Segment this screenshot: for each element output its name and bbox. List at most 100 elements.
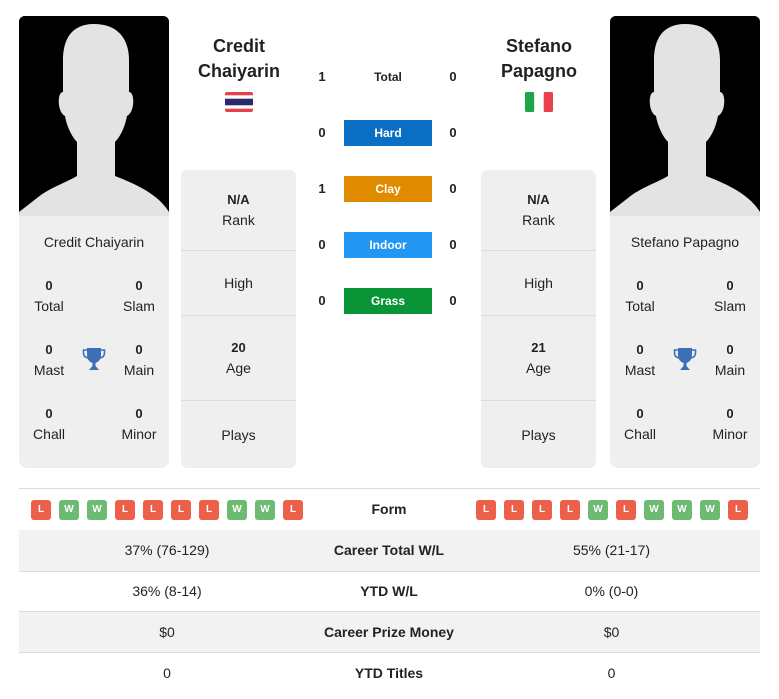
player2-age: 21 Age (481, 316, 596, 401)
stat-value: 0 (636, 406, 644, 421)
form-badge-loss[interactable]: L (504, 499, 524, 520)
form-badge-loss[interactable]: L (199, 499, 219, 520)
player-silhouette-icon (610, 16, 760, 216)
player1-minor-titles: 0 Minor (109, 404, 169, 444)
stat-label: Chall (624, 426, 656, 442)
form-badge-win[interactable]: W (700, 499, 720, 520)
form-badge-loss[interactable]: L (616, 499, 636, 520)
h2h-p2-value: 0 (449, 237, 457, 252)
player2-total-titles: 0 Total (610, 276, 670, 316)
high-label: High (224, 275, 253, 291)
form-badge-win[interactable]: W (87, 499, 107, 520)
stat-value: 0 (45, 406, 53, 421)
player2-value: 55% (21-17) (572, 542, 651, 558)
form-badge-win[interactable]: W (255, 499, 275, 520)
player2-value: 0% (0-0) (584, 583, 639, 599)
trophy-icon (673, 348, 697, 370)
form-badge-loss[interactable]: L (476, 499, 496, 520)
high-label: High (524, 275, 553, 291)
stat-label: Slam (123, 298, 155, 314)
rank-value: N/A (527, 192, 550, 207)
stat-value: 0 (135, 278, 143, 293)
player2-titles-card: Stefano Papagno 0 Total 0 Slam 0 Mast 0 … (610, 216, 760, 468)
player1-high: High (181, 251, 296, 316)
stat-label: Mast (33, 362, 65, 378)
player2-plays: Plays (481, 401, 596, 468)
stat-label: Main (123, 362, 155, 378)
form-badge-loss[interactable]: L (283, 499, 303, 520)
player1-header-name[interactable]: Credit Chaiyarin (174, 34, 304, 84)
player-silhouette-icon (19, 16, 169, 216)
rank-label: Rank (522, 212, 555, 228)
form-badge-loss[interactable]: L (171, 499, 191, 520)
player1-form: LWWLLLLWWL (31, 489, 303, 530)
player1-plays: Plays (181, 401, 296, 468)
stat-label: Total (625, 298, 655, 314)
stat-label: Minor (712, 426, 748, 442)
player1-slam-titles: 0 Slam (109, 276, 169, 316)
form-badge-loss[interactable]: L (143, 499, 163, 520)
player2-main-titles: 0 Main (700, 340, 760, 380)
player1-value: $0 (159, 624, 175, 640)
table-row-career-total-wl: 37% (76-129) Career Total W/L 55% (21-17… (19, 530, 760, 571)
form-badge-loss[interactable]: L (560, 499, 580, 520)
player2-form: LLLLWLWWWL (476, 489, 748, 530)
player2-photo (610, 16, 760, 216)
surface-badge-grass[interactable]: Grass (344, 288, 432, 314)
form-badge-loss[interactable]: L (31, 499, 51, 520)
stat-label: Total (34, 298, 64, 314)
player1-value: 0 (163, 665, 171, 681)
h2h-p2-value: 0 (449, 181, 457, 196)
h2h-p2-value: 0 (449, 69, 457, 84)
h2h-p1-value: 0 (318, 293, 326, 308)
stat-label: Main (714, 362, 746, 378)
player2-info-panel: N/A Rank High 21 Age Plays (481, 170, 596, 468)
thailand-flag-icon (225, 92, 253, 112)
form-badge-win[interactable]: W (672, 499, 692, 520)
player2-chall-titles: 0 Chall (610, 404, 670, 444)
age-label: Age (226, 360, 251, 376)
stat-value: 0 (45, 278, 53, 293)
form-badge-loss[interactable]: L (115, 499, 135, 520)
surface-badge-indoor[interactable]: Indoor (344, 232, 432, 258)
rank-value: N/A (227, 192, 250, 207)
h2h-hard: 0 Hard 0 (310, 120, 470, 146)
age-value: 21 (531, 340, 546, 355)
stat-label: Chall (33, 426, 65, 442)
row-label: YTD W/L (360, 583, 418, 599)
surface-badge-clay[interactable]: Clay (344, 176, 432, 202)
form-badge-win[interactable]: W (227, 499, 247, 520)
age-value: 20 (231, 340, 246, 355)
player2-value: 0 (607, 665, 616, 681)
player2-header-name[interactable]: Stefano Papagno (474, 34, 604, 84)
trophy-icon (82, 348, 106, 370)
h2h-total: 1 Total 0 (310, 64, 470, 90)
stat-label: Minor (121, 426, 157, 442)
surface-label-total: Total (374, 70, 402, 84)
h2h-p2-value: 0 (449, 125, 457, 140)
h2h-grass: 0 Grass 0 (310, 288, 470, 314)
age-label: Age (526, 360, 551, 376)
form-badge-loss[interactable]: L (728, 499, 748, 520)
player2-name[interactable]: Stefano Papagno (610, 234, 760, 250)
form-badge-win[interactable]: W (588, 499, 608, 520)
form-badge-loss[interactable]: L (532, 499, 552, 520)
player1-age: 20 Age (181, 316, 296, 401)
first-name: Stefano (505, 36, 572, 56)
surface-badge-hard[interactable]: Hard (344, 120, 432, 146)
row-label: Career Prize Money (324, 624, 454, 640)
h2h-p1-value: 0 (318, 237, 326, 252)
player2-value: $0 (603, 624, 620, 640)
form-badge-win[interactable]: W (644, 499, 664, 520)
player1-rank: N/A Rank (181, 170, 296, 251)
row-label: YTD Titles (354, 665, 424, 681)
player1-name[interactable]: Credit Chaiyarin (19, 234, 169, 250)
h2h-p2-value: 0 (449, 293, 457, 308)
table-row-ytd-titles: 0 YTD Titles 0 (19, 653, 760, 694)
player1-value: 36% (8-14) (132, 583, 202, 599)
player2-high: High (481, 251, 596, 316)
rank-label: Rank (222, 212, 255, 228)
h2h-p1-value: 1 (318, 69, 326, 84)
form-badge-win[interactable]: W (59, 499, 79, 520)
player1-info-panel: N/A Rank High 20 Age Plays (181, 170, 296, 468)
